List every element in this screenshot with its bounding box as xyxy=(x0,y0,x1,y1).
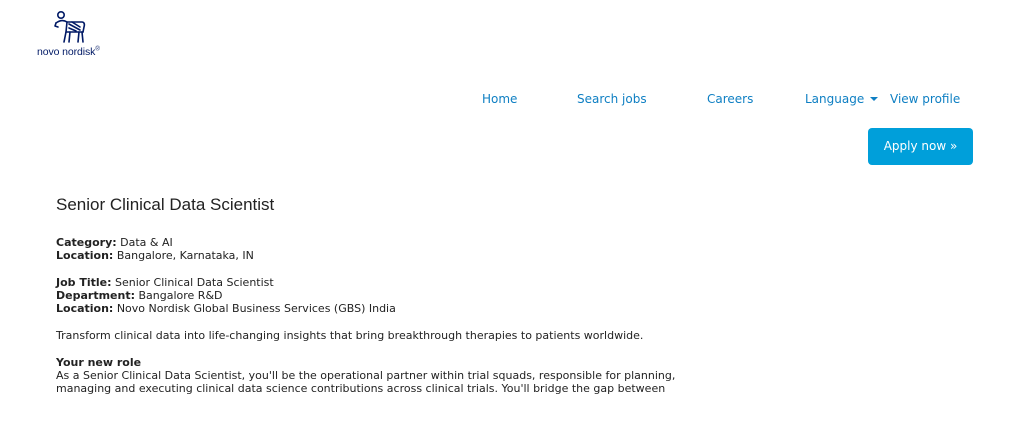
nav-home-link[interactable]: Home xyxy=(482,92,517,106)
details-location-value: Novo Nordisk Global Business Services (G… xyxy=(116,302,396,315)
caret-down-icon xyxy=(870,96,879,101)
top-navigation: Home Search jobs Careers Language View p… xyxy=(0,92,1024,108)
summary-location-row: Location: Bangalore, Karnataka, IN xyxy=(56,249,956,262)
job-posting-page: novo nordisk® Home Search jobs Careers L… xyxy=(0,0,1024,430)
page-title: Senior Clinical Data Scientist xyxy=(56,195,275,214)
department-label: Department: xyxy=(56,289,135,302)
role-section: Your new role As a Senior Clinical Data … xyxy=(56,356,956,395)
details-location-row: Location: Novo Nordisk Global Business S… xyxy=(56,302,956,315)
nav-language-dropdown[interactable]: Language xyxy=(805,92,879,106)
job-title-value: Senior Clinical Data Scientist xyxy=(115,276,274,289)
details-location-label: Location: xyxy=(56,302,114,315)
role-heading: Your new role xyxy=(56,356,142,369)
job-intro: Transform clinical data into life-changi… xyxy=(56,329,644,342)
category-label: Category: xyxy=(56,236,117,249)
summary-location-label: Location: xyxy=(56,249,114,262)
nav-careers-link[interactable]: Careers xyxy=(707,92,753,106)
apply-now-button[interactable]: Apply now » xyxy=(868,128,973,165)
role-paragraph-line-2: managing and executing clinical data sci… xyxy=(56,382,666,395)
department-value: Bangalore R&D xyxy=(138,289,223,302)
role-paragraph-line-1: As a Senior Clinical Data Scientist, you… xyxy=(56,369,676,382)
department-row: Department: Bangalore R&D xyxy=(56,289,956,302)
summary-location-value: Bangalore, Karnataka, IN xyxy=(116,249,254,262)
job-details: Job Title: Senior Clinical Data Scientis… xyxy=(56,276,956,315)
logo-wordmark: novo nordisk® xyxy=(37,46,100,58)
nav-language-label: Language xyxy=(805,92,865,106)
category-value: Data & AI xyxy=(120,236,173,249)
nav-search-jobs-link[interactable]: Search jobs xyxy=(577,92,647,106)
novo-nordisk-logo[interactable]: novo nordisk® xyxy=(30,10,120,60)
job-title-label: Job Title: xyxy=(56,276,112,289)
apis-bull-icon xyxy=(54,10,86,43)
nav-view-profile-link[interactable]: View profile xyxy=(890,92,960,106)
category-row: Category: Data & AI xyxy=(56,236,956,249)
job-description: Senior Clinical Data Scientist Category:… xyxy=(56,194,956,395)
job-summary: Category: Data & AI Location: Bangalore,… xyxy=(56,236,956,262)
job-title-row: Job Title: Senior Clinical Data Scientis… xyxy=(56,276,956,289)
